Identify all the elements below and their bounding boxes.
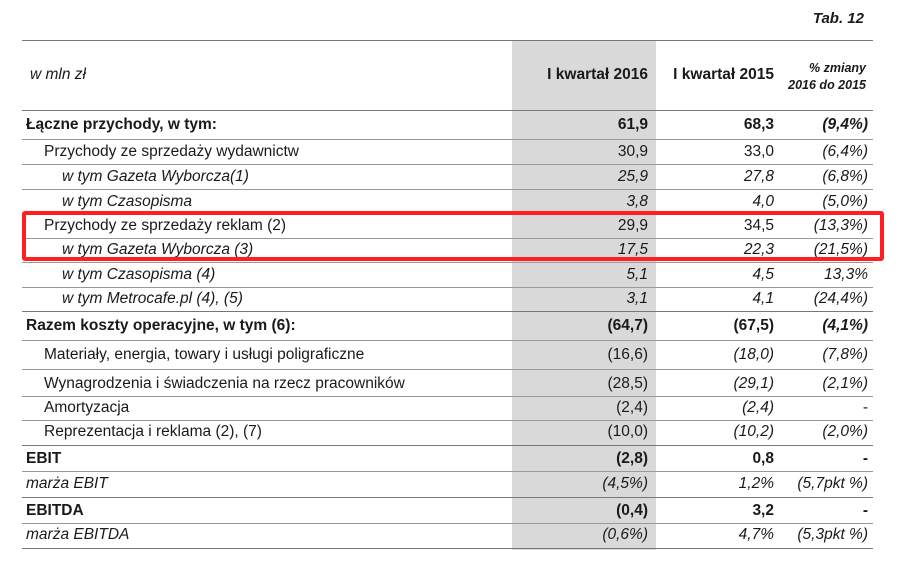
cell-q1-2016: 61,9: [617, 116, 648, 133]
table-top-rule: [22, 40, 873, 41]
cell-change: -: [862, 502, 868, 519]
cell-q1-2016: (4,5%): [602, 475, 648, 492]
row-label: EBITDA: [26, 502, 84, 519]
row-label: Przychody ze sprzedaży wydawnictw: [44, 143, 299, 160]
cell-q1-2016: 3,1: [626, 290, 648, 307]
table-row: marża EBIT (4,5%) 1,2% (5,7pkt %): [22, 472, 873, 496]
table-row: w tym Metrocafe.pl (4), (5) 3,1 4,1 (24,…: [22, 287, 873, 311]
table-row: w tym Czasopisma (4) 5,1 4,5 13,3%: [22, 263, 873, 287]
cell-q1-2015: 0,8: [752, 450, 774, 467]
section-divider: [22, 311, 873, 312]
cell-q1-2016: (10,0): [607, 423, 649, 440]
cell-q1-2015: 1,2%: [738, 475, 774, 492]
row-label: Materiały, energia, towary i usługi poli…: [44, 346, 365, 363]
cell-q1-2015: (67,5): [733, 317, 775, 334]
table-row: marża EBITDA (0,6%) 4,7% (5,3pkt %): [22, 523, 873, 547]
table-row: EBITDA (0,4) 3,2 -: [22, 499, 873, 523]
cell-q1-2015: (29,1): [733, 375, 775, 392]
row-label: Łączne przychody, w tym:: [26, 116, 217, 133]
highlight-box-advertising-rows: [22, 211, 884, 261]
row-label: Wynagrodzenia i świadczenia na rzecz pra…: [44, 375, 405, 392]
section-divider: [22, 445, 873, 446]
cell-change: 13,3%: [824, 266, 868, 283]
row-label: Razem koszty operacyjne, w tym (6):: [26, 317, 296, 334]
cell-q1-2015: (10,2): [733, 423, 775, 440]
cell-q1-2015: 4,7%: [738, 526, 774, 543]
row-label: marża EBITDA: [26, 526, 130, 543]
row-divider: [22, 340, 873, 341]
table-row: Materiały, energia, towary i usługi poli…: [22, 343, 873, 367]
row-label: w tym Metrocafe.pl (4), (5): [62, 290, 243, 307]
cell-change: (6,8%): [822, 168, 868, 185]
row-label: EBIT: [26, 450, 62, 467]
table-number: Tab. 12: [812, 10, 864, 27]
section-divider: [22, 497, 873, 498]
cell-q1-2015: 33,0: [743, 143, 774, 160]
cell-change: (9,4%): [822, 116, 868, 133]
table-row: EBIT (2,8) 0,8 -: [22, 447, 873, 471]
cell-q1-2015: 4,1: [752, 290, 774, 307]
cell-q1-2015: 3,2: [752, 502, 774, 519]
cell-q1-2016: (64,7): [607, 317, 649, 334]
column-header-q1-2016: I kwartał 2016: [547, 66, 648, 83]
table-bottom-rule: [22, 548, 873, 549]
column-header-q1-2015: I kwartał 2015: [673, 66, 774, 83]
row-label: Amortyzacja: [44, 399, 130, 416]
cell-q1-2016: (16,6): [607, 346, 649, 363]
change-header-line2: 2016 do 2015: [788, 78, 866, 92]
table-row: Amortyzacja (2,4) (2,4) -: [22, 396, 873, 420]
cell-q1-2016: (2,8): [616, 450, 648, 467]
cell-q1-2016: (0,6%): [602, 526, 648, 543]
row-divider: [22, 369, 873, 370]
cell-change: (4,1%): [822, 317, 868, 334]
cell-change: (2,0%): [822, 423, 868, 440]
cell-q1-2016: 30,9: [617, 143, 648, 160]
table-row: w tym Gazeta Wyborcza(1) 25,9 27,8 (6,8%…: [22, 165, 873, 189]
cell-q1-2016: (0,4): [616, 502, 648, 519]
cell-change: (7,8%): [822, 346, 868, 363]
cell-change: (5,3pkt %): [797, 526, 868, 543]
cell-q1-2016: (28,5): [607, 375, 649, 392]
cell-change: (24,4%): [813, 290, 868, 307]
cell-q1-2015: 27,8: [743, 168, 774, 185]
row-label: w tym Gazeta Wyborcza(1): [62, 168, 249, 185]
table-row: Reprezentacja i reklama (2), (7) (10,0) …: [22, 420, 873, 444]
cell-change: (5,7pkt %): [797, 475, 868, 492]
table-row: Łączne przychody, w tym: 61,9 68,3 (9,4%…: [22, 113, 873, 137]
cell-change: -: [862, 450, 868, 467]
row-label: w tym Czasopisma (4): [62, 266, 216, 283]
cell-change: (6,4%): [822, 143, 868, 160]
row-label: Reprezentacja i reklama (2), (7): [44, 423, 262, 440]
cell-q1-2016: 5,1: [626, 266, 648, 283]
table-row: Wynagrodzenia i świadczenia na rzecz pra…: [22, 372, 873, 396]
table-row: Razem koszty operacyjne, w tym (6): (64,…: [22, 314, 873, 338]
cell-q1-2015: 4,5: [752, 266, 774, 283]
header-bottom-rule: [22, 110, 873, 111]
row-label: marża EBIT: [26, 475, 108, 492]
cell-q1-2015: (18,0): [733, 346, 775, 363]
column-header-change: % zmiany 2016 do 2015: [776, 60, 866, 94]
unit-label: w mln zł: [30, 66, 86, 83]
cell-q1-2015: (2,4): [742, 399, 774, 416]
cell-q1-2016: 25,9: [617, 168, 648, 185]
change-header-line1: % zmiany: [809, 61, 866, 75]
cell-q1-2016: (2,4): [616, 399, 648, 416]
table-row: Przychody ze sprzedaży wydawnictw 30,9 3…: [22, 140, 873, 164]
cell-change: -: [862, 399, 868, 416]
cell-change: (2,1%): [822, 375, 868, 392]
cell-q1-2015: 68,3: [743, 116, 774, 133]
